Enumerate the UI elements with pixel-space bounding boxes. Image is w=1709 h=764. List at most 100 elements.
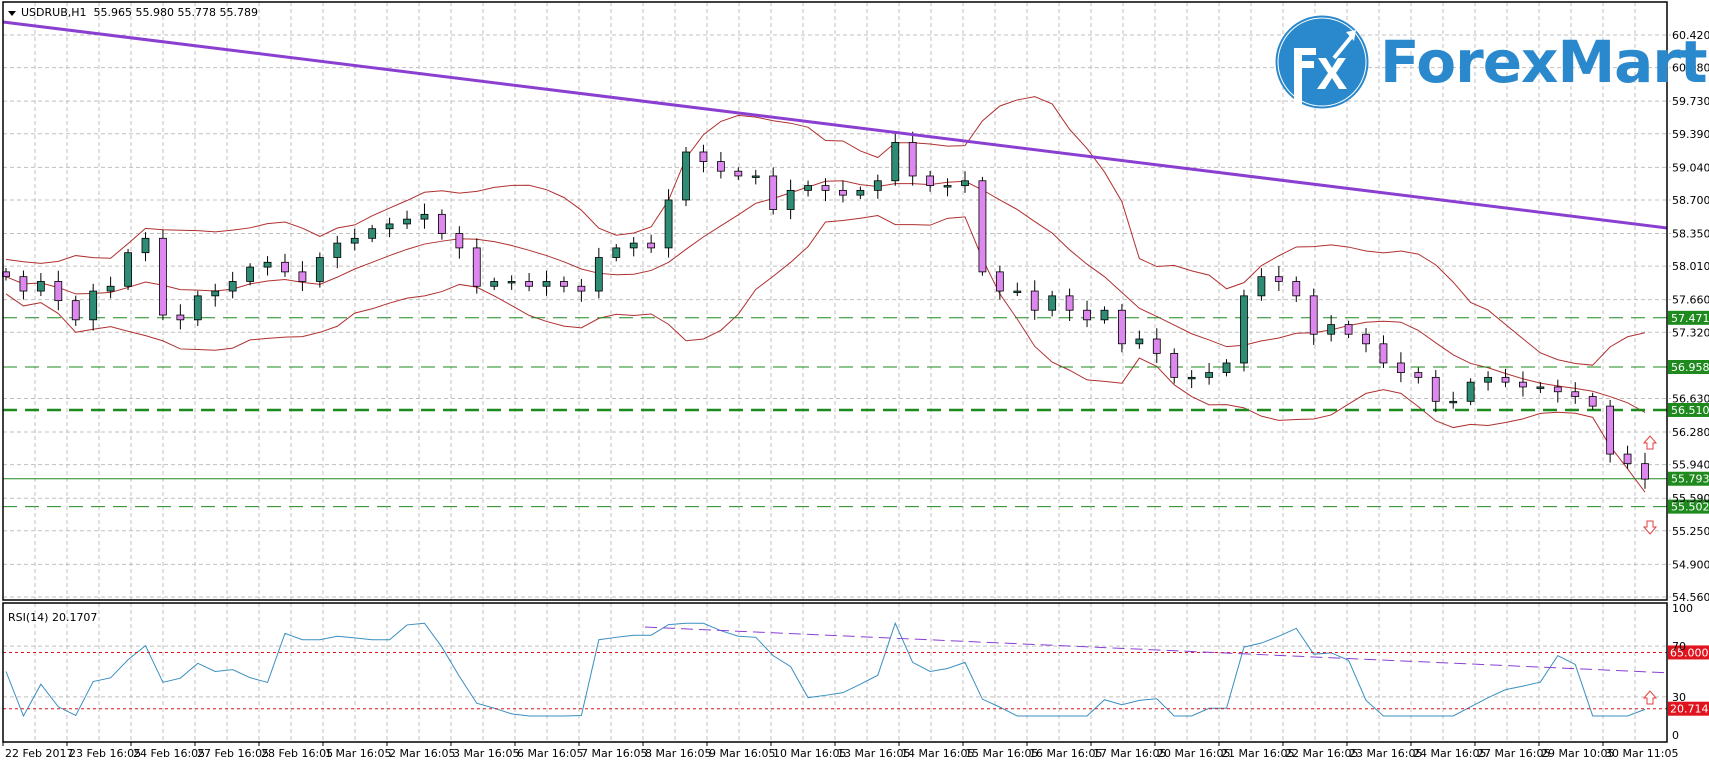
date-tick-label: 28 Feb 16:05 (261, 747, 333, 760)
bear-candle (1553, 386, 1562, 393)
bull-candle (891, 142, 900, 182)
date-tick-label: 1 Mar 16:05 (325, 747, 391, 760)
arrow-up-icon (1642, 690, 1658, 705)
date-tick-label: 24 Mar 16:05 (1413, 747, 1486, 760)
date-tick-label: 29 Mar 10:05 (1541, 747, 1614, 760)
chart-title: USDRUB,H1 55.965 55.980 55.778 55.789 (8, 6, 258, 19)
bear-candle (1118, 309, 1126, 345)
rsi-level-label: 20.7143 (1670, 703, 1709, 716)
date-tick-label: 7 Mar 16:05 (581, 747, 647, 760)
dropdown-triangle-icon[interactable] (8, 10, 16, 16)
bollinger-lower-band (5, 215, 1646, 493)
bull-candle (1100, 309, 1109, 321)
bear-candle (769, 175, 778, 210)
bear-candle (281, 261, 289, 273)
rsi-tick-label: 0 (1672, 729, 1679, 742)
bull-candle (385, 223, 394, 230)
rsi-trendline (644, 626, 1668, 674)
date-tick-label: 30 Mar 11:05 (1605, 747, 1678, 760)
symbol-label: USDRUB,H1 (21, 6, 87, 19)
rsi-line (5, 621, 1646, 718)
date-tick-label: 22 Mar 16:05 (1285, 747, 1358, 760)
bull-candle (1222, 362, 1231, 373)
bull-candle (246, 266, 255, 282)
bull-candle (1466, 381, 1475, 402)
bull-candle (751, 175, 760, 178)
rsi-tick-label: 30 (1672, 691, 1686, 704)
bear-candle (1292, 281, 1301, 297)
date-tick-label: 13 Mar 16:05 (837, 747, 910, 760)
bear-candle (734, 170, 743, 177)
bollinger-upper-band (5, 96, 1646, 366)
price-tick-label: 58.010 (1672, 260, 1709, 273)
bull-candle (1536, 386, 1545, 389)
price-tick-label: 55.590 (1672, 492, 1709, 505)
bull-candle (315, 257, 324, 282)
arrow-down-icon (1642, 520, 1658, 535)
price-tick-label: 54.900 (1672, 558, 1709, 571)
date-tick-label: 20 Mar 16:05 (1157, 747, 1230, 760)
bear-candle (438, 213, 446, 234)
chart-canvas[interactable]: 57.47156.95856.51055.79355.502 65.000020… (0, 0, 1709, 764)
bull-candle (804, 185, 812, 191)
bear-candle (926, 175, 935, 186)
bear-candle (560, 281, 568, 287)
price-tick-label: 55.250 (1672, 525, 1709, 538)
bull-candle (1327, 324, 1336, 335)
bear-candle (1030, 290, 1039, 311)
logo-text: ForexMart (1380, 28, 1708, 96)
bull-candle (228, 281, 237, 292)
price-tick-label: 56.630 (1672, 392, 1709, 405)
bull-candle (664, 199, 673, 249)
price-tick-label: 56.280 (1672, 426, 1709, 439)
bull-candle (420, 213, 429, 220)
bull-candle (141, 237, 150, 254)
level-label: 55.793 (1671, 473, 1709, 486)
rsi-tick-label: 70 (1672, 640, 1686, 653)
bull-candle (368, 228, 377, 239)
bull-candle (1240, 295, 1248, 364)
bear-candle (1170, 352, 1179, 378)
bear-candle (1344, 324, 1353, 335)
bull-candle (490, 281, 499, 287)
bollinger-bands (5, 96, 1646, 493)
date-tick-label: 10 Mar 16:05 (773, 747, 846, 760)
date-tick-label: 15 Mar 16:05 (965, 747, 1038, 760)
bear-candle (821, 185, 830, 191)
bear-candle (1571, 391, 1580, 397)
forexmart-logo: ForexMart (1274, 14, 1708, 110)
rsi-title: RSI(14) 20.1707 (8, 611, 98, 624)
bull-candle (1257, 276, 1266, 297)
bull-candle (1205, 372, 1213, 378)
bear-candle (1065, 295, 1074, 311)
level-label: 56.510 (1671, 404, 1709, 417)
bull-candle (1135, 338, 1144, 345)
bull-candle (263, 261, 272, 268)
bull-candle (403, 218, 411, 225)
rsi-panel-frame (2, 602, 1668, 743)
bear-candle (159, 237, 167, 316)
bull-candle (629, 242, 638, 249)
bear-candle (1309, 295, 1318, 335)
bull-candle (612, 247, 621, 258)
date-tick-label: 21 Mar 16:05 (1221, 747, 1294, 760)
price-tick-label: 59.390 (1672, 128, 1709, 141)
ohlc-values: 55.965 55.980 55.778 55.789 (93, 6, 258, 19)
bull-candle (106, 285, 115, 292)
bull-candle (507, 281, 516, 284)
bear-candle (1152, 338, 1161, 354)
bear-candle (1588, 396, 1597, 407)
bull-candle (333, 242, 342, 258)
date-tick-label: 23 Mar 16:05 (1349, 747, 1422, 760)
bull-candle (89, 290, 98, 321)
bear-candle (1641, 463, 1649, 480)
date-tick-label: 8 Mar 16:05 (645, 747, 711, 760)
bull-candle (873, 180, 882, 191)
price-tick-label: 59.040 (1672, 161, 1709, 174)
bear-candle (455, 233, 464, 249)
bull-candle (786, 189, 795, 210)
date-tick-label: 2 Mar 16:05 (389, 747, 455, 760)
bear-candle (1362, 333, 1370, 345)
bull-candle (350, 237, 359, 244)
bear-candle (525, 281, 533, 287)
